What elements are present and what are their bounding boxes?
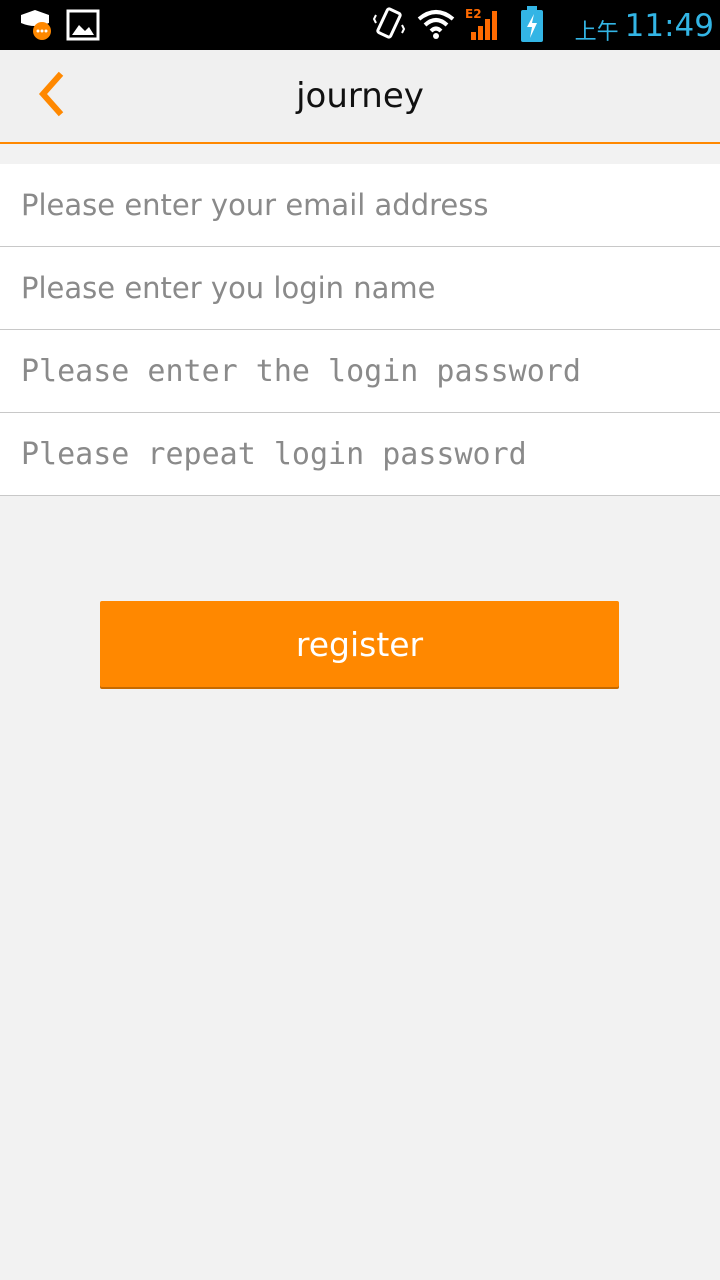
register-button[interactable]: register [100,601,619,687]
registration-form [0,164,720,496]
password-input[interactable] [21,353,701,389]
password-field-row [0,330,720,413]
status-bar-right: E2 上午 11:49 [371,5,714,47]
network-type-label: E2 [465,7,482,21]
battery-charging-icon [519,5,545,47]
wifi-icon [417,7,455,45]
page-title: journey [296,76,424,116]
signal-icon: E2 [463,6,501,46]
repeat-password-input[interactable] [21,436,701,472]
login-name-field-row [0,247,720,330]
status-time: 11:49 [624,8,714,44]
repeat-password-field-row [0,413,720,496]
status-ampm: 上午 [574,20,619,45]
notification-app-icon [18,7,54,47]
email-field-row [0,164,720,247]
email-input[interactable] [21,188,701,222]
gallery-icon [66,8,100,46]
login-name-input[interactable] [21,271,701,305]
status-bar: E2 上午 11:49 [0,0,720,50]
status-bar-left [18,7,100,47]
vibrate-icon [371,5,407,47]
app-bar: journey [0,50,720,144]
